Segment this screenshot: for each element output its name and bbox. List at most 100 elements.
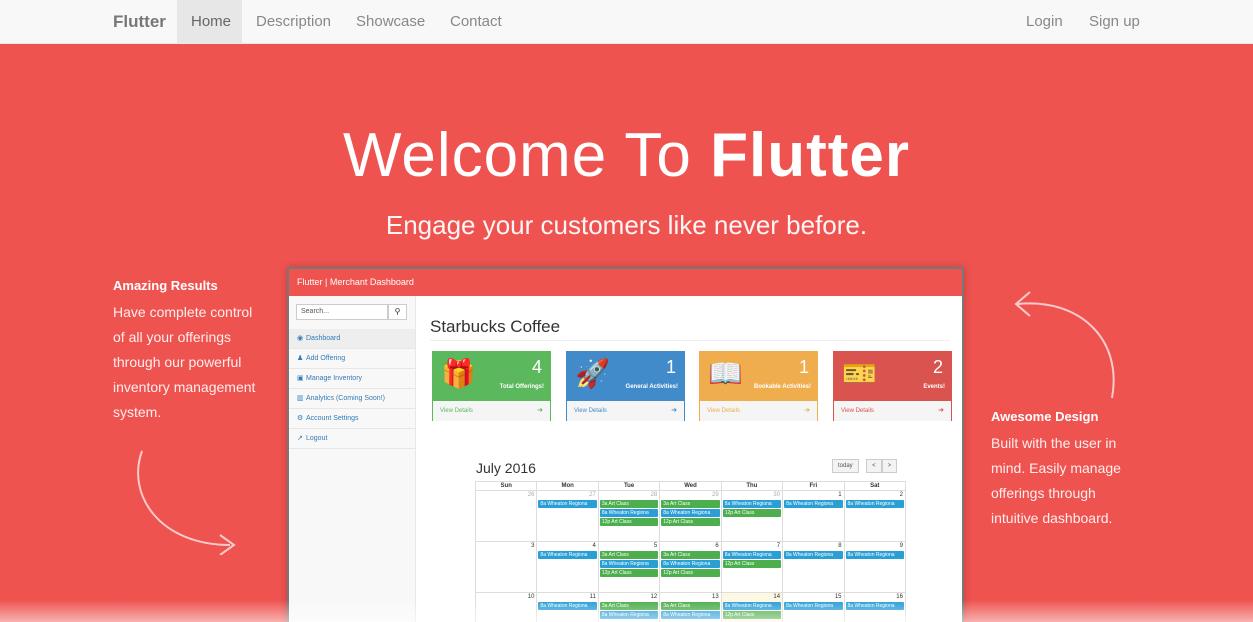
- calendar-prev-button[interactable]: <: [866, 459, 882, 473]
- calendar-day-cell[interactable]: 9 8a Wheaton Regiona: [845, 542, 906, 592]
- sidebar-item-analytics[interactable]: ▥ Analytics (Coming Soon!): [289, 389, 415, 409]
- stat-card: 🚀 1 General Activities! View Details ➜: [566, 351, 685, 421]
- calendar-week-row: 26 27 8a Wheaton Regiona 28 3a Art Class 8a W…: [475, 491, 906, 542]
- calendar-event[interactable]: 12p Art Class: [599, 569, 659, 577]
- calendar-day-header: Thu: [722, 482, 784, 490]
- ticket-icon: 🎫: [842, 358, 877, 389]
- sidebar-item-dashboard[interactable]: ◉ Dashboard: [289, 329, 415, 349]
- store-title: Starbucks Coffee: [430, 317, 561, 336]
- calendar-event[interactable]: 3a Art Class: [599, 551, 659, 559]
- calendar-day-header: Mon: [537, 482, 599, 490]
- calendar-day-cell[interactable]: 6 3a Art Class 8a Wheaton Regiona 12p Art C…: [660, 542, 722, 592]
- calendar-day-cell[interactable]: 4 8a Wheaton Regiona: [537, 542, 599, 592]
- calendar-day-number: 8: [838, 543, 842, 549]
- calendar-event[interactable]: 8a Wheaton Regiona: [722, 500, 782, 508]
- calendar-day-number: 5: [653, 543, 658, 549]
- stat-card-top: 🚀 1 General Activities!: [567, 352, 684, 401]
- view-details-link[interactable]: View Details ➜: [567, 401, 684, 421]
- sidebar-item-manage-inventory[interactable]: ▣ Manage Inventory: [289, 369, 415, 389]
- view-details-label: View Details: [707, 408, 740, 414]
- sidebar-item-label: Dashboard: [306, 335, 341, 342]
- external-link-icon: ↗: [297, 435, 303, 442]
- calendar-day-cell[interactable]: 29 3a Art Class 8a Wheaton Regiona 12p Art …: [660, 491, 722, 541]
- calendar-event[interactable]: 8a Wheaton Regiona: [722, 551, 782, 559]
- left-feature-title: Amazing Results: [113, 278, 218, 293]
- left-feature-text: Have complete control of all your offeri…: [113, 300, 273, 425]
- stat-count: 1: [798, 357, 809, 377]
- stat-card: 🎫 2 Events! View Details ➜: [833, 351, 952, 421]
- search-icon[interactable]: ⚲: [388, 304, 407, 320]
- nav-home[interactable]: Home: [177, 0, 242, 44]
- sidebar-item-add-offering[interactable]: ♟ Add Offering: [289, 349, 415, 369]
- dashboard-icon: ◉: [297, 335, 304, 342]
- bar-chart-icon: ▥: [297, 395, 304, 402]
- calendar-day-cell[interactable]: 30 8a Wheaton Regiona 12p Art Class: [722, 491, 784, 541]
- view-details-link[interactable]: View Details ➜: [834, 401, 951, 421]
- nav-description[interactable]: Description: [242, 0, 345, 44]
- calendar-day-header: Sun: [476, 482, 538, 490]
- calendar-event[interactable]: 8a Wheaton Regiona: [599, 560, 659, 568]
- hero-title-light: Welcome To: [343, 121, 711, 190]
- calendar-day-cell[interactable]: 7 8a Wheaton Regiona 12p Art Class: [722, 542, 784, 592]
- nav-signup[interactable]: Sign up: [1075, 0, 1154, 44]
- arrow-circle-right-icon: ➜: [938, 407, 944, 414]
- view-details-label: View Details: [574, 408, 607, 414]
- view-details-link[interactable]: View Details ➜: [433, 401, 550, 421]
- calendar-day-cell[interactable]: 28 3a Art Class 8a Wheaton Regiona 12p Art …: [599, 491, 661, 541]
- stat-count: 2: [932, 357, 943, 377]
- search-input[interactable]: Search...: [296, 304, 388, 320]
- sidebar-item-logout[interactable]: ↗ Logout: [289, 429, 415, 449]
- calendar-event[interactable]: 8a Wheaton Regiona: [845, 551, 904, 559]
- stat-count: 1: [665, 357, 676, 377]
- calendar-event[interactable]: 8a Wheaton Regiona: [784, 551, 843, 559]
- calendar-event[interactable]: 8a Wheaton Regiona: [538, 500, 597, 508]
- calendar-day-cell[interactable]: 2 8a Wheaton Regiona: [845, 491, 906, 541]
- calendar-event[interactable]: 8a Wheaton Regiona: [661, 560, 720, 568]
- calendar-day-header: Fri: [783, 482, 845, 490]
- brand-logo[interactable]: Flutter: [113, 0, 166, 44]
- right-feature-title: Awesome Design: [991, 409, 1099, 424]
- calendar-event[interactable]: 12p Art Class: [722, 560, 782, 568]
- calendar-day-cell[interactable]: 26: [476, 491, 538, 541]
- calendar-event[interactable]: 8a Wheaton Regiona: [845, 500, 904, 508]
- right-feature-text: Built with the user in mind. Easily mana…: [991, 431, 1151, 531]
- stat-label: General Activities!: [625, 384, 678, 390]
- stat-count: 4: [531, 357, 542, 377]
- calendar-event[interactable]: 12p Art Class: [722, 509, 782, 517]
- calendar-event[interactable]: 3a Art Class: [661, 551, 720, 559]
- nav-login[interactable]: Login: [1012, 0, 1077, 44]
- sidebar-item-account-settings[interactable]: ⚙ Account Settings: [289, 409, 415, 429]
- calendar-today-button[interactable]: today: [832, 459, 859, 473]
- rocket-icon: 🚀: [575, 358, 610, 389]
- calendar-event[interactable]: 3a Art Class: [661, 500, 720, 508]
- calendar-controls: today < >: [832, 459, 898, 477]
- calendar-event[interactable]: 12p Art Class: [661, 569, 720, 577]
- calendar-day-cell[interactable]: 8 8a Wheaton Regiona: [783, 542, 845, 592]
- truck-icon: ▣: [297, 375, 304, 382]
- calendar-event[interactable]: 12p Art Class: [599, 518, 659, 526]
- calendar-event[interactable]: 8a Wheaton Regiona: [661, 509, 720, 517]
- calendar-day-cell[interactable]: 27 8a Wheaton Regiona: [537, 491, 599, 541]
- dashboard-sidebar: Search... ⚲ ◉ Dashboard ♟ Add Offering ▣ Ma…: [289, 296, 416, 622]
- calendar-day-cell[interactable]: 5 3a Art Class 8a Wheaton Regiona 12p Art C…: [599, 542, 661, 592]
- calendar-event[interactable]: 8a Wheaton Regiona: [599, 509, 659, 517]
- stat-label: Bookable Activities!: [753, 384, 811, 390]
- calendar-event[interactable]: 12p Art Class: [661, 518, 720, 526]
- calendar-day-cell[interactable]: 3: [476, 542, 538, 592]
- calendar-next-button[interactable]: >: [881, 459, 898, 473]
- calendar-event[interactable]: 8a Wheaton Regiona: [784, 500, 843, 508]
- left-feature-line: through our powerful: [113, 354, 242, 370]
- stat-card-top: 🎁 4 Total Offerings!: [433, 352, 550, 401]
- stat-card-top: 📖 1 Bookable Activities!: [700, 352, 817, 401]
- stat-label: Total Offerings!: [499, 384, 544, 390]
- sidebar-item-label: Manage Inventory: [306, 375, 363, 382]
- view-details-link[interactable]: View Details ➜: [700, 401, 817, 421]
- calendar-event[interactable]: 8a Wheaton Regiona: [538, 551, 597, 559]
- nav-showcase[interactable]: Showcase: [342, 0, 439, 44]
- dashboard-main: Starbucks Coffee 🎁 4 Total Offerings! View …: [416, 296, 962, 622]
- calendar-title: July 2016: [476, 460, 536, 476]
- left-feature-line: of all your offerings: [113, 329, 232, 345]
- nav-contact[interactable]: Contact: [436, 0, 516, 44]
- calendar-day-cell[interactable]: 1 8a Wheaton Regiona: [783, 491, 845, 541]
- calendar-event[interactable]: 3a Art Class: [599, 500, 659, 508]
